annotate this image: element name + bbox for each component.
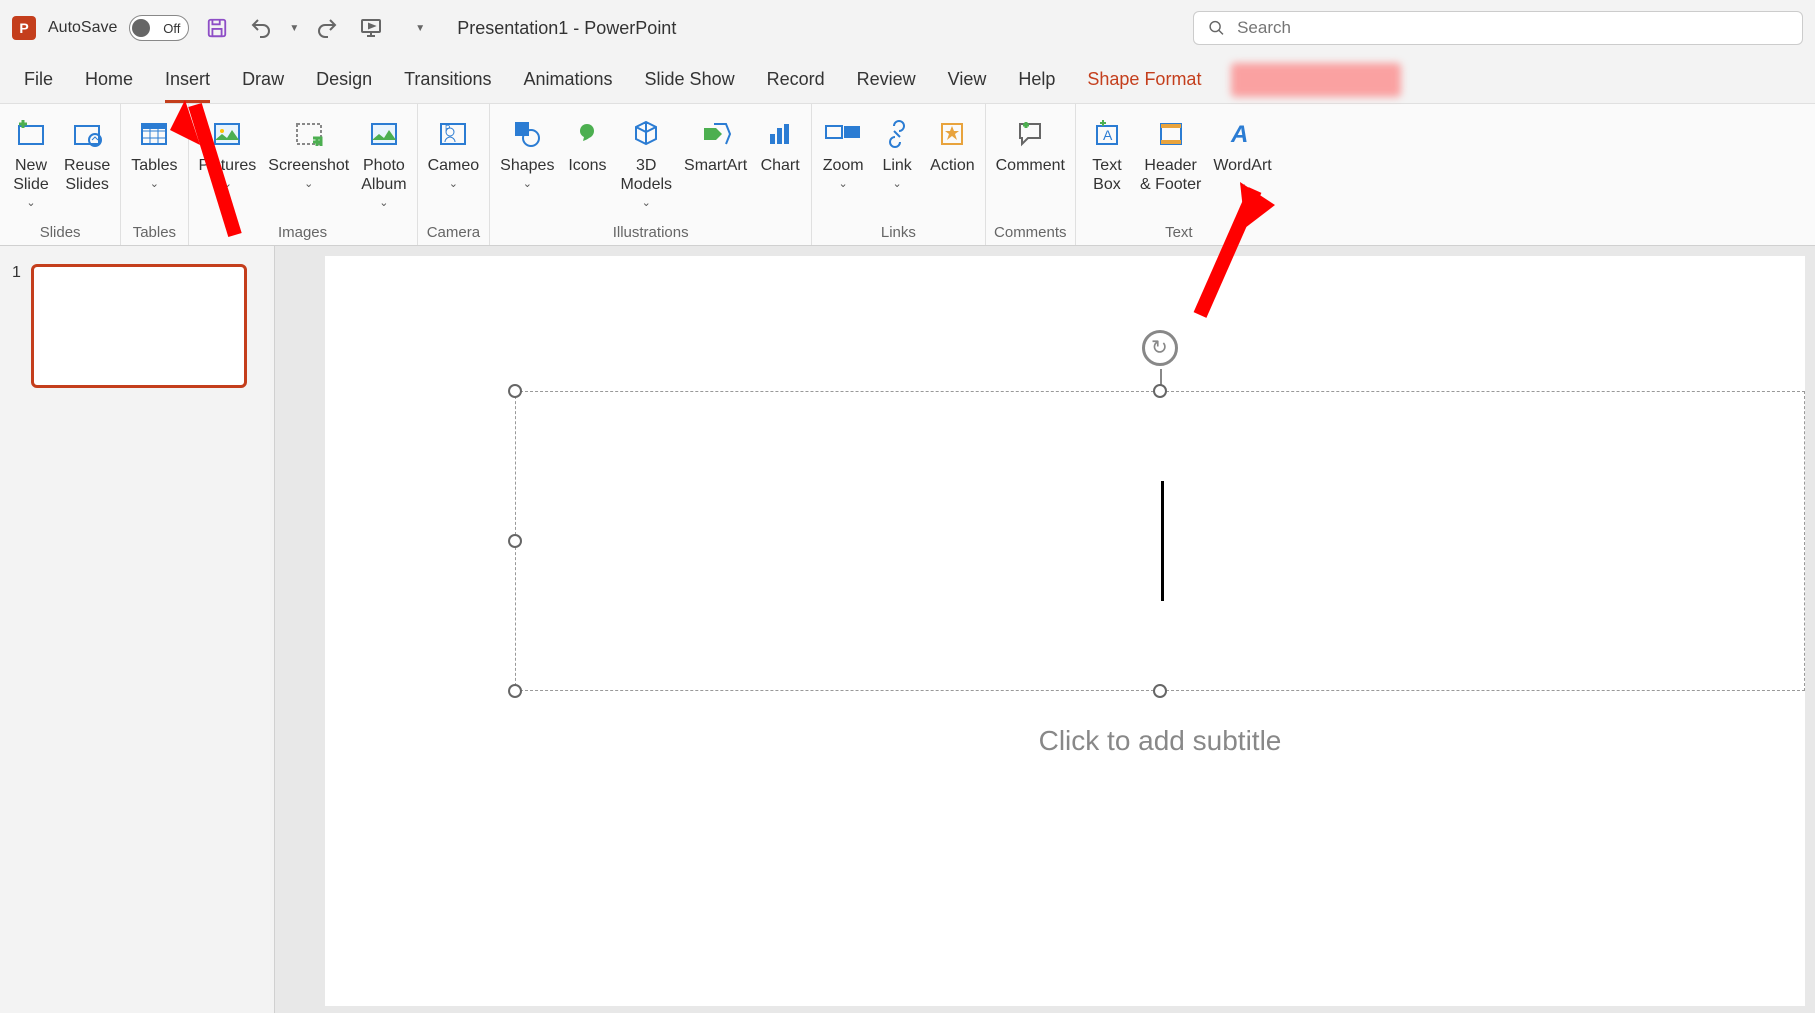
tab-insert[interactable]: Insert xyxy=(149,56,226,103)
svg-text:P: P xyxy=(445,124,450,133)
action-button[interactable]: Action xyxy=(926,110,978,179)
comment-button[interactable]: Comment xyxy=(992,110,1069,179)
pictures-button[interactable]: Pictures⌄ xyxy=(195,110,261,194)
redo-button[interactable] xyxy=(311,12,343,44)
tab-view[interactable]: View xyxy=(932,56,1003,103)
ribbon-tabs: File Home Insert Draw Design Transitions… xyxy=(0,56,1815,104)
action-icon xyxy=(932,114,972,154)
resize-handle-tl[interactable] xyxy=(508,384,522,398)
slide-number: 1 xyxy=(12,264,21,388)
header-footer-icon xyxy=(1151,114,1191,154)
text-box-button[interactable]: A Text Box xyxy=(1082,110,1132,198)
screenshot-icon xyxy=(289,114,329,154)
title-bar: P AutoSave Off ▼ ▼ Presentation1 - Power… xyxy=(0,0,1815,56)
text-box-icon: A xyxy=(1087,114,1127,154)
tab-animations[interactable]: Animations xyxy=(507,56,628,103)
group-camera: P Cameo⌄ Camera xyxy=(418,104,491,245)
wordart-icon: A xyxy=(1223,114,1263,154)
zoom-button[interactable]: Zoom⌄ xyxy=(818,110,868,194)
subtitle-placeholder[interactable]: Click to add subtitle xyxy=(515,691,1805,791)
account-area-redacted xyxy=(1231,63,1401,97)
autosave-label: AutoSave xyxy=(48,19,117,37)
tab-help[interactable]: Help xyxy=(1002,56,1071,103)
undo-button[interactable] xyxy=(245,12,277,44)
tab-transitions[interactable]: Transitions xyxy=(388,56,507,103)
tab-shape-format[interactable]: Shape Format xyxy=(1071,56,1217,103)
3d-models-button[interactable]: 3D Models⌄ xyxy=(616,110,676,213)
search-input[interactable] xyxy=(1237,18,1788,38)
group-slides: New Slide⌄ Reuse Slides Slides xyxy=(0,104,121,245)
comment-icon xyxy=(1010,114,1050,154)
document-title: Presentation1 - PowerPoint xyxy=(457,18,676,39)
tab-draw[interactable]: Draw xyxy=(226,56,300,103)
new-slide-button[interactable]: New Slide⌄ xyxy=(6,110,56,213)
group-images: Pictures⌄ Screenshot⌄ Photo Album⌄ Image… xyxy=(189,104,418,245)
toggle-knob xyxy=(132,19,150,37)
text-cursor xyxy=(1161,481,1164,601)
screenshot-button[interactable]: Screenshot⌄ xyxy=(264,110,353,194)
icons-icon xyxy=(567,114,607,154)
svg-text:A: A xyxy=(1230,121,1248,148)
powerpoint-app-icon: P xyxy=(12,16,36,40)
svg-text:A: A xyxy=(1103,127,1113,143)
rotate-handle[interactable] xyxy=(1142,330,1178,366)
slide-thumbnail-panel: 1 xyxy=(0,246,275,1013)
shapes-icon xyxy=(507,114,547,154)
chart-icon xyxy=(760,114,800,154)
shapes-button[interactable]: Shapes⌄ xyxy=(496,110,558,194)
autosave-state-text: Off xyxy=(163,21,180,36)
slide-canvas[interactable]: Click to add subtitle xyxy=(325,256,1805,1006)
smartart-icon xyxy=(696,114,736,154)
photo-album-icon xyxy=(364,114,404,154)
tab-record[interactable]: Record xyxy=(751,56,841,103)
zoom-icon xyxy=(823,114,863,154)
qat-customize-dropdown[interactable]: ▼ xyxy=(415,23,425,34)
table-icon xyxy=(134,114,174,154)
subtitle-placeholder-text: Click to add subtitle xyxy=(1039,725,1282,757)
title-placeholder-selected[interactable] xyxy=(515,391,1805,691)
ribbon-content-insert: New Slide⌄ Reuse Slides Slides Tables⌄ T… xyxy=(0,104,1815,246)
group-tables: Tables⌄ Tables xyxy=(121,104,188,245)
photo-album-button[interactable]: Photo Album⌄ xyxy=(357,110,410,213)
link-icon xyxy=(877,114,917,154)
slide-thumbnail-1[interactable] xyxy=(31,264,247,388)
resize-handle-ml[interactable] xyxy=(508,534,522,548)
search-box[interactable] xyxy=(1193,11,1803,45)
reuse-slides-button[interactable]: Reuse Slides xyxy=(60,110,114,198)
smartart-button[interactable]: SmartArt xyxy=(680,110,751,179)
cameo-button[interactable]: P Cameo⌄ xyxy=(424,110,484,194)
wordart-button[interactable]: A WordArt⌄ xyxy=(1209,110,1275,194)
group-links: Zoom⌄ Link⌄ Action Links xyxy=(812,104,985,245)
icons-button[interactable]: Icons xyxy=(562,110,612,179)
resize-handle-tm[interactable] xyxy=(1153,384,1167,398)
link-button[interactable]: Link⌄ xyxy=(872,110,922,194)
tab-home[interactable]: Home xyxy=(69,56,149,103)
tab-slideshow[interactable]: Slide Show xyxy=(629,56,751,103)
new-slide-icon xyxy=(11,114,51,154)
tables-button[interactable]: Tables⌄ xyxy=(127,110,181,194)
cameo-icon: P xyxy=(433,114,473,154)
chart-button[interactable]: Chart xyxy=(755,110,805,179)
group-illustrations: Shapes⌄ Icons 3D Models⌄ SmartArt Chart … xyxy=(490,104,812,245)
save-button[interactable] xyxy=(201,12,233,44)
pictures-icon xyxy=(207,114,247,154)
present-from-start-button[interactable] xyxy=(355,12,387,44)
tab-review[interactable]: Review xyxy=(841,56,932,103)
main-area: 1 Click to add subtitle xyxy=(0,246,1815,1013)
tab-design[interactable]: Design xyxy=(300,56,388,103)
cube-icon xyxy=(626,114,666,154)
autosave-toggle[interactable]: Off xyxy=(129,15,189,41)
slide-canvas-area[interactable]: Click to add subtitle xyxy=(275,246,1815,1013)
tab-file[interactable]: File xyxy=(8,56,69,103)
group-text: A Text Box Header & Footer A WordArt⌄ Te… xyxy=(1076,104,1282,245)
search-icon xyxy=(1208,19,1225,37)
header-footer-button[interactable]: Header & Footer xyxy=(1136,110,1205,198)
group-comments: Comment Comments xyxy=(986,104,1076,245)
reuse-slides-icon xyxy=(67,114,107,154)
undo-dropdown[interactable]: ▼ xyxy=(289,23,299,34)
